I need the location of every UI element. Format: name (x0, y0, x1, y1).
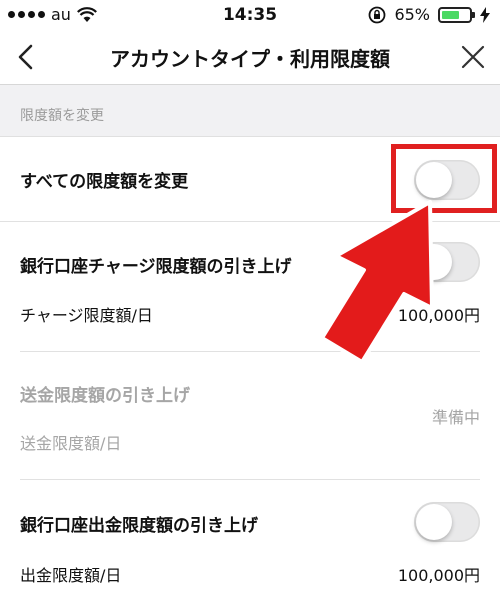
annotation-arrow-icon (320, 200, 434, 364)
bank-withdraw-label: 銀行口座出金限度額の引き上げ (20, 516, 258, 536)
bank-withdraw-toggle[interactable] (414, 502, 480, 542)
toggle-knob (416, 504, 452, 540)
status-right: 65% (368, 5, 490, 24)
charging-bolt-icon (480, 6, 490, 23)
section-header: 限度額を変更 (0, 85, 500, 137)
close-icon[interactable] (458, 42, 488, 72)
page-title: アカウントタイプ・利用限度額 (110, 47, 390, 71)
bank-charge-label: 銀行口座チャージ限度額の引き上げ (20, 257, 292, 277)
charge-limit-label: チャージ限度額/日 (20, 306, 153, 325)
send-limit-label: 送金限度額/日 (20, 434, 122, 453)
send-status: 準備中 (431, 408, 480, 427)
battery-percent: 65% (394, 5, 430, 24)
nav-bar: アカウントタイプ・利用限度額 (0, 30, 500, 85)
divider (20, 479, 480, 480)
send-label: 送金限度額の引き上げ (20, 386, 190, 406)
withdraw-limit-label: 出金限度額/日 (20, 566, 122, 585)
battery-icon (438, 6, 475, 23)
all-limits-label: すべての限度額を変更 (20, 172, 189, 192)
withdraw-limit-value: 100,000円 (397, 566, 480, 585)
orientation-lock-icon (369, 6, 386, 23)
section-header-label: 限度額を変更 (20, 108, 104, 124)
status-bar: au 14:35 65% (0, 0, 500, 30)
